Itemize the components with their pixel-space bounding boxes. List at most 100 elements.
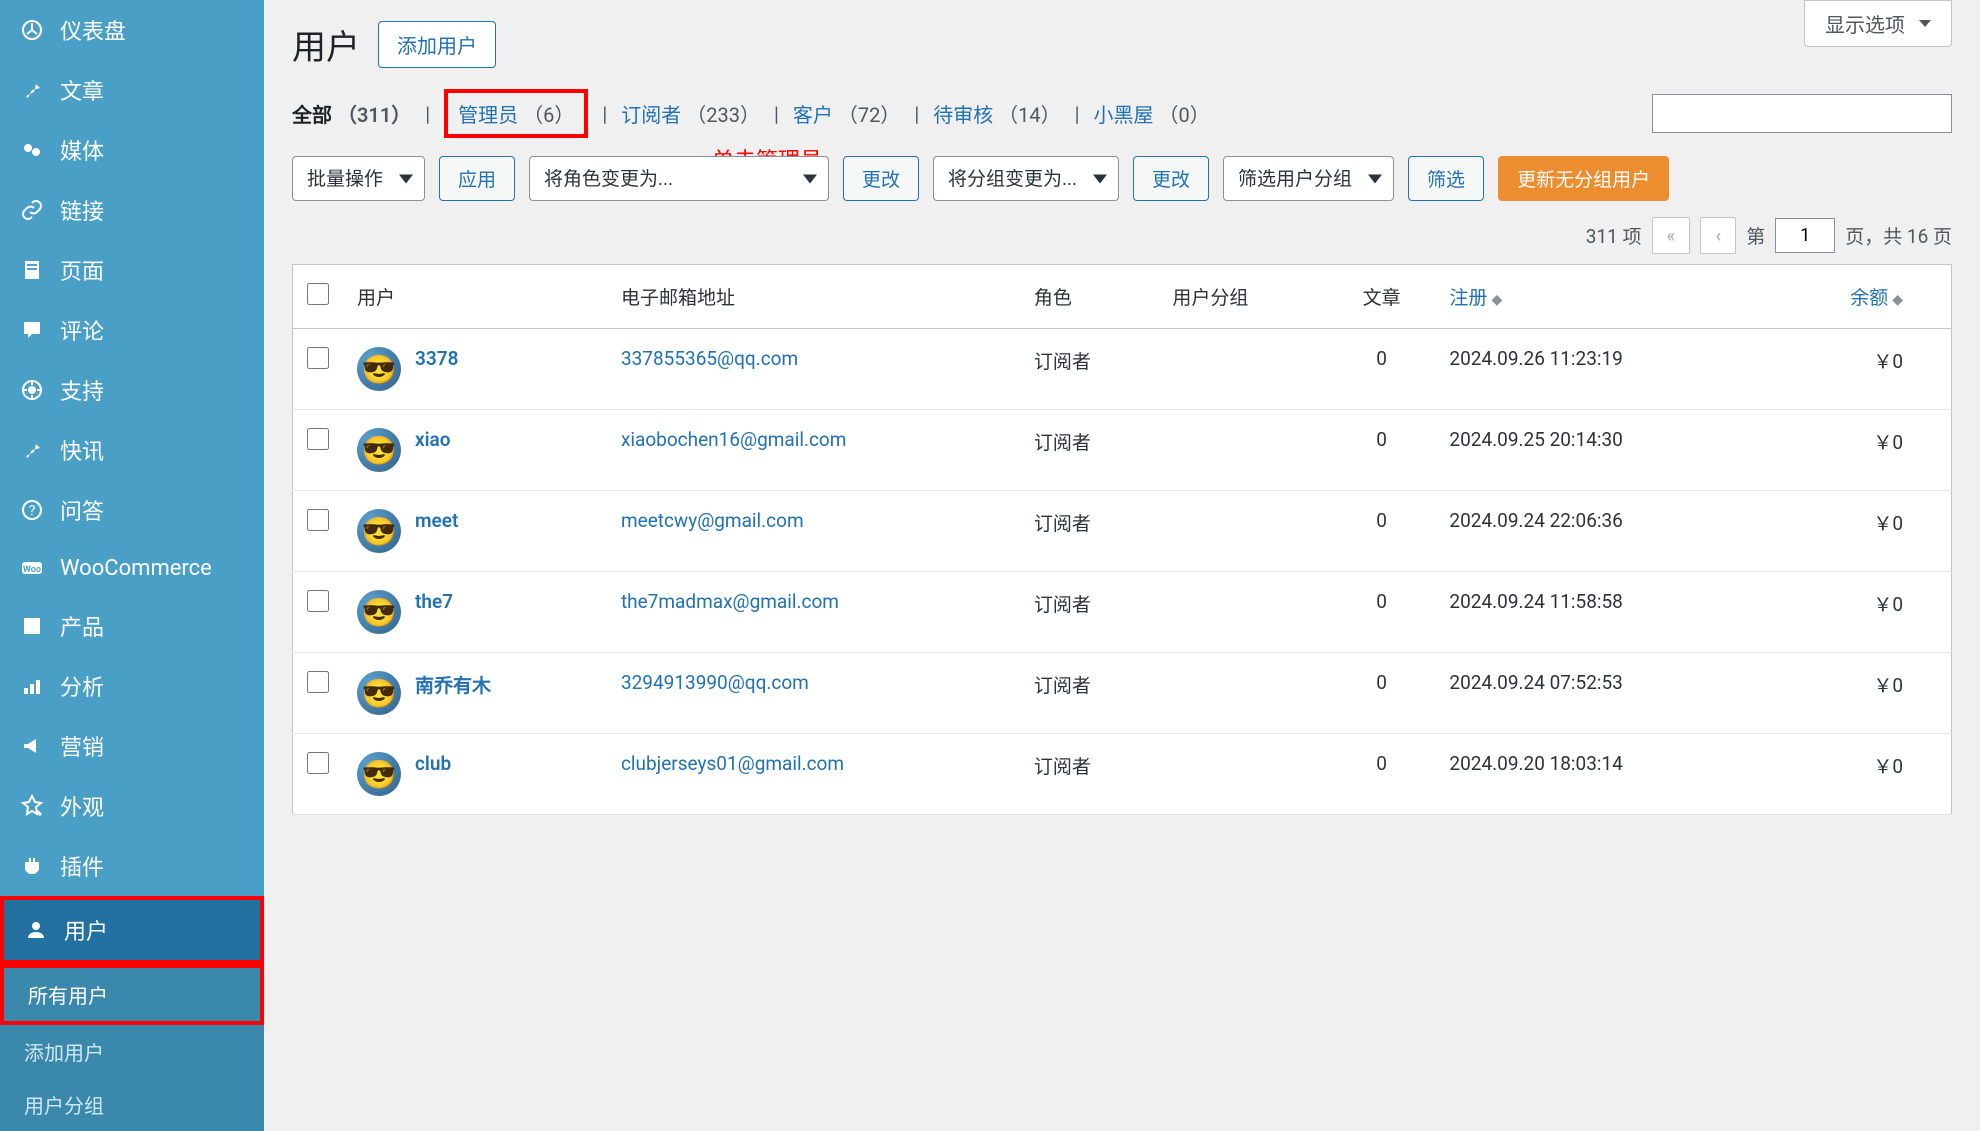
role-cell: 订阅者 xyxy=(1020,410,1159,491)
filter-pending[interactable]: 待审核 （14） xyxy=(933,99,1060,128)
filter-all-count: （311） xyxy=(337,103,411,127)
sidebar-item-3[interactable]: 链接 xyxy=(0,180,264,240)
search-input[interactable] xyxy=(1652,94,1952,133)
balance-cell: ￥0 xyxy=(1764,491,1952,572)
page-icon xyxy=(18,256,46,284)
group-cell xyxy=(1158,572,1327,653)
sidebar-item-label: 支持 xyxy=(60,374,104,406)
row-checkbox[interactable] xyxy=(307,428,329,450)
sidebar-item-2[interactable]: 媒体 xyxy=(0,120,264,180)
sidebar-item-8[interactable]: ?问答 xyxy=(0,480,264,540)
col-balance-label: 余额 xyxy=(1850,286,1888,309)
sidebar-item-10[interactable]: 产品 xyxy=(0,596,264,656)
sidebar-item-9[interactable]: Woo WooCommerce xyxy=(0,540,264,596)
sub-item-0[interactable]: 所有用户 xyxy=(0,964,264,1025)
sidebar-item-5[interactable]: 评论 xyxy=(0,300,264,360)
email-link[interactable]: 3294913990@qq.com xyxy=(621,671,809,694)
sidebar-item-12[interactable]: 营销 xyxy=(0,716,264,776)
filter-button[interactable]: 筛选 xyxy=(1408,156,1484,201)
row-checkbox[interactable] xyxy=(307,590,329,612)
col-user[interactable]: 用户 xyxy=(343,265,607,329)
sidebar-item-15[interactable]: 用户 xyxy=(0,896,264,964)
sidebar-item-13[interactable]: 外观 xyxy=(0,776,264,836)
posts-cell: 0 xyxy=(1328,734,1436,815)
email-link[interactable]: the7madmax@gmail.com xyxy=(621,590,839,613)
group-cell xyxy=(1158,329,1327,410)
change-group-select[interactable]: 将分组变更为... xyxy=(933,156,1119,201)
sidebar-item-6[interactable]: 支持 xyxy=(0,360,264,420)
col-register[interactable]: 注册◆ xyxy=(1435,265,1763,329)
avatar xyxy=(357,590,401,634)
username-link[interactable]: xiao xyxy=(415,428,451,451)
main-content: 用户 添加用户 显示选项 全部 （311） | 管理员 （6） | 订阅者 （2… xyxy=(264,0,1980,1090)
change-role-select[interactable]: 将角色变更为... xyxy=(529,156,829,201)
col-balance[interactable]: 余额◆ xyxy=(1764,265,1952,329)
username-link[interactable]: 南乔有木 xyxy=(415,671,491,698)
screen-options-button[interactable]: 显示选项 xyxy=(1804,0,1952,47)
posts-cell: 0 xyxy=(1328,572,1436,653)
update-ungrouped-button[interactable]: 更新无分组用户 xyxy=(1498,156,1669,201)
comment-icon xyxy=(18,316,46,344)
marketing-icon xyxy=(18,732,46,760)
email-link[interactable]: 337855365@qq.com xyxy=(621,347,798,370)
role-cell: 订阅者 xyxy=(1020,734,1159,815)
email-link[interactable]: meetcwy@gmail.com xyxy=(621,509,804,532)
email-link[interactable]: clubjerseys01@gmail.com xyxy=(621,752,844,775)
woo-icon: Woo xyxy=(18,554,46,582)
balance-cell: ￥0 xyxy=(1764,329,1952,410)
group-cell xyxy=(1158,734,1327,815)
items-count: 311 项 xyxy=(1586,222,1642,249)
appearance-icon xyxy=(18,792,46,820)
filter-admin[interactable]: 管理员 （6） xyxy=(458,99,574,128)
username-link[interactable]: the7 xyxy=(415,590,453,613)
filter-subscriber[interactable]: 订阅者 （233） xyxy=(621,99,760,128)
row-checkbox[interactable] xyxy=(307,752,329,774)
row-checkbox[interactable] xyxy=(307,347,329,369)
posts-cell: 0 xyxy=(1328,653,1436,734)
sidebar-item-label: 用户 xyxy=(64,914,108,946)
select-all-checkbox[interactable] xyxy=(307,283,329,305)
avatar xyxy=(357,347,401,391)
filter-all[interactable]: 全部 （311） xyxy=(292,99,411,128)
change-role-button[interactable]: 更改 xyxy=(843,156,919,201)
username-link[interactable]: club xyxy=(415,752,451,775)
username-link[interactable]: meet xyxy=(415,509,458,532)
filter-blackroom-label: 小黑屋 xyxy=(1094,103,1154,127)
table-row: 南乔有木3294913990@qq.com订阅者02024.09.24 07:5… xyxy=(293,653,1952,734)
screen-options-label: 显示选项 xyxy=(1825,9,1905,38)
sidebar-item-1[interactable]: 文章 xyxy=(0,60,264,120)
sidebar-item-label: WooCommerce xyxy=(60,556,212,581)
sub-item-2[interactable]: 用户分组 xyxy=(0,1078,264,1131)
filter-pending-label: 待审核 xyxy=(933,103,993,127)
sidebar-item-14[interactable]: 插件 xyxy=(0,836,264,896)
page-prev-first[interactable]: « xyxy=(1652,217,1691,254)
dashboard-icon xyxy=(18,16,46,44)
sidebar-item-7[interactable]: 快讯 xyxy=(0,420,264,480)
bulk-action-select[interactable]: 批量操作 xyxy=(292,156,425,201)
row-checkbox[interactable] xyxy=(307,671,329,693)
sub-item-1[interactable]: 添加用户 xyxy=(0,1025,264,1078)
sidebar-item-11[interactable]: 分析 xyxy=(0,656,264,716)
sidebar-item-label: 分析 xyxy=(60,670,104,702)
page-prev[interactable]: ‹ xyxy=(1700,217,1736,254)
link-icon xyxy=(18,196,46,224)
change-group-button[interactable]: 更改 xyxy=(1133,156,1209,201)
page-input[interactable] xyxy=(1775,218,1835,253)
apply-button[interactable]: 应用 xyxy=(439,156,515,201)
filter-group-select[interactable]: 筛选用户分组 xyxy=(1223,156,1394,201)
sort-icon: ◆ xyxy=(1491,292,1502,308)
filter-customer[interactable]: 客户 （72） xyxy=(793,99,900,128)
email-link[interactable]: xiaobochen16@gmail.com xyxy=(621,428,846,451)
col-email[interactable]: 电子邮箱地址 xyxy=(607,265,1020,329)
filter-pending-count: （14） xyxy=(998,103,1060,127)
col-group[interactable]: 用户分组 xyxy=(1158,265,1327,329)
sidebar-item-4[interactable]: 页面 xyxy=(0,240,264,300)
row-checkbox[interactable] xyxy=(307,509,329,531)
filter-blackroom[interactable]: 小黑屋 （0） xyxy=(1094,99,1210,128)
media-icon xyxy=(18,136,46,164)
sidebar-item-0[interactable]: 仪表盘 xyxy=(0,0,264,60)
add-user-button[interactable]: 添加用户 xyxy=(378,21,496,68)
username-link[interactable]: 3378 xyxy=(415,347,458,370)
col-role[interactable]: 角色 xyxy=(1020,265,1159,329)
col-posts[interactable]: 文章 xyxy=(1328,265,1436,329)
